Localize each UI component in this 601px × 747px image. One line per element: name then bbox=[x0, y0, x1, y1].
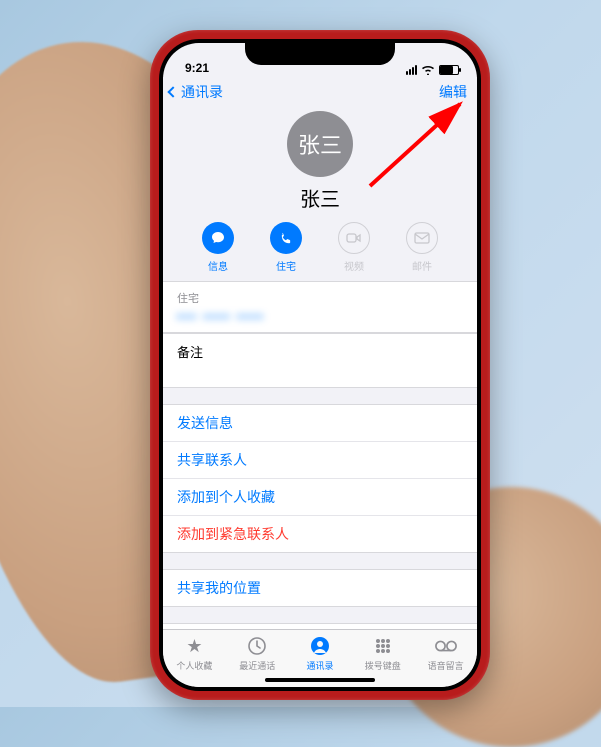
battery-icon bbox=[439, 65, 459, 75]
contact-name: 张三 bbox=[300, 183, 340, 212]
phone-bezel: 9:21 通讯录 编辑 张三 张 bbox=[159, 39, 481, 691]
section-gap bbox=[163, 553, 477, 569]
avatar: 张三 bbox=[287, 111, 353, 177]
add-favorite-cell[interactable]: 添加到个人收藏 bbox=[163, 479, 477, 516]
actions-section-2: 共享我的位置 bbox=[163, 569, 477, 607]
cell-label: 共享我的位置 bbox=[177, 578, 261, 598]
back-label: 通讯录 bbox=[181, 82, 223, 102]
status-icons bbox=[406, 64, 459, 75]
cell-label: 共享联系人 bbox=[177, 450, 247, 470]
tab-favorites[interactable]: ★ 个人收藏 bbox=[163, 630, 226, 677]
contact-header: 张三 张三 信息 住宅 bbox=[163, 107, 477, 282]
notes-cell[interactable]: 备注 bbox=[163, 334, 477, 388]
notes-section: 备注 bbox=[163, 333, 477, 388]
avatar-text: 张三 bbox=[298, 128, 342, 160]
share-contact-cell[interactable]: 共享联系人 bbox=[163, 442, 477, 479]
edit-label: 编辑 bbox=[439, 84, 467, 100]
cell-label: 添加到紧急联系人 bbox=[177, 524, 289, 544]
signal-icon bbox=[406, 65, 417, 75]
action-label: 信息 bbox=[208, 258, 228, 273]
contacts-icon bbox=[309, 635, 331, 657]
section-gap bbox=[163, 388, 477, 404]
add-emergency-cell[interactable]: 添加到紧急联系人 bbox=[163, 516, 477, 553]
tab-voicemail[interactable]: 语音留言 bbox=[414, 630, 477, 677]
content-scroll[interactable]: 住宅 ••• •••• •••• 备注 发送信息 共享联系人 bbox=[163, 282, 477, 629]
tab-label: 通讯录 bbox=[306, 659, 333, 672]
mail-icon bbox=[406, 222, 438, 254]
tab-label: 最近通话 bbox=[239, 659, 275, 672]
voicemail-icon bbox=[435, 635, 457, 657]
action-mail: 邮件 bbox=[398, 222, 446, 273]
tab-label: 拨号键盘 bbox=[365, 659, 401, 672]
actions-section-1: 发送信息 共享联系人 添加到个人收藏 添加到紧急联系人 bbox=[163, 404, 477, 553]
star-icon: ★ bbox=[183, 635, 205, 657]
tab-keypad[interactable]: 拨号键盘 bbox=[351, 630, 414, 677]
phone-field-value: ••• •••• •••• bbox=[177, 308, 265, 324]
action-label: 邮件 bbox=[412, 258, 432, 273]
screen: 9:21 通讯录 编辑 张三 张 bbox=[163, 43, 477, 687]
phone-body: 9:21 通讯录 编辑 张三 张 bbox=[150, 30, 490, 700]
action-row: 信息 住宅 视频 bbox=[194, 222, 446, 273]
video-icon bbox=[338, 222, 370, 254]
tab-label: 个人收藏 bbox=[176, 659, 212, 672]
phone-icon bbox=[270, 222, 302, 254]
section-gap bbox=[163, 607, 477, 623]
cell-label: 发送信息 bbox=[177, 413, 233, 433]
keypad-icon bbox=[372, 635, 394, 657]
tab-label: 语音留言 bbox=[428, 659, 464, 672]
notch bbox=[245, 39, 395, 65]
action-call[interactable]: 住宅 bbox=[262, 222, 310, 273]
tab-contacts[interactable]: 通讯录 bbox=[289, 630, 352, 677]
phone-cell[interactable]: 住宅 ••• •••• •••• bbox=[163, 282, 477, 333]
edit-button[interactable]: 编辑 bbox=[439, 82, 467, 102]
action-label: 住宅 bbox=[276, 258, 296, 273]
status-time: 9:21 bbox=[185, 61, 209, 75]
cell-label: 添加到个人收藏 bbox=[177, 487, 275, 507]
action-message[interactable]: 信息 bbox=[194, 222, 242, 273]
notes-label: 备注 bbox=[177, 342, 203, 361]
phone-field-label: 住宅 bbox=[177, 290, 199, 306]
send-message-cell[interactable]: 发送信息 bbox=[163, 405, 477, 442]
action-video: 视频 bbox=[330, 222, 378, 273]
nav-bar: 通讯录 编辑 bbox=[163, 77, 477, 107]
message-icon bbox=[202, 222, 234, 254]
back-button[interactable]: 通讯录 bbox=[169, 82, 223, 102]
tab-recents[interactable]: 最近通话 bbox=[226, 630, 289, 677]
home-indicator bbox=[265, 678, 375, 682]
chevron-left-icon bbox=[167, 86, 178, 97]
action-label: 视频 bbox=[344, 258, 364, 273]
phone-section: 住宅 ••• •••• •••• bbox=[163, 282, 477, 333]
wifi-icon bbox=[421, 64, 435, 75]
share-location-cell[interactable]: 共享我的位置 bbox=[163, 570, 477, 607]
clock-icon bbox=[246, 635, 268, 657]
